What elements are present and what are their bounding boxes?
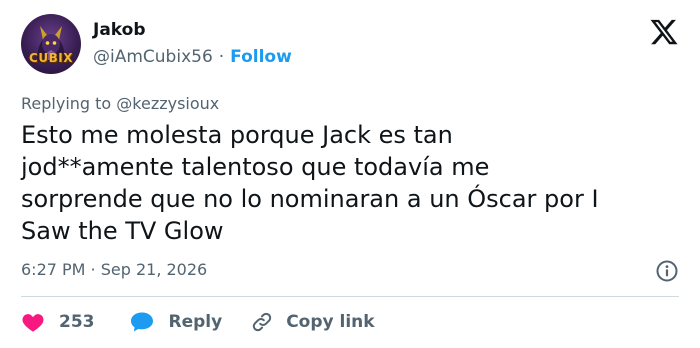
user-handle[interactable]: @iAmCubix56 xyxy=(93,47,213,67)
follow-button[interactable]: Follow xyxy=(230,47,292,67)
info-icon[interactable] xyxy=(655,259,679,283)
x-logo-icon[interactable] xyxy=(649,17,679,47)
tweet-card: CUBIX Jakob @iAmCubix56 · Follow Replying … xyxy=(0,0,700,348)
handle-row: @iAmCubix56 · Follow xyxy=(93,46,292,68)
copy-link-button[interactable]: Copy link xyxy=(250,310,375,334)
avatar-text: CUBIX xyxy=(29,51,73,65)
heart-icon xyxy=(22,314,44,332)
avatar-character-icon xyxy=(37,26,65,62)
like-count: 253 xyxy=(59,312,95,332)
timestamp[interactable]: 6:27 PM · Sep 21, 2026 xyxy=(21,259,207,281)
avatar[interactable]: CUBIX xyxy=(21,14,81,74)
reply-button[interactable]: Reply xyxy=(129,310,223,334)
copy-link-label: Copy link xyxy=(286,312,375,332)
separator-dot: · xyxy=(218,47,225,67)
tweet-text: Esto me molesta porque Jack es tan jod**… xyxy=(21,121,599,245)
speech-bubble-icon xyxy=(130,312,153,332)
replying-to[interactable]: Replying to @kezzysioux xyxy=(21,93,219,115)
like-button[interactable]: 253 xyxy=(21,310,95,334)
divider xyxy=(21,296,679,297)
reply-label: Reply xyxy=(168,312,223,332)
action-bar: 253 Reply Copy link xyxy=(21,308,375,336)
link-icon xyxy=(253,312,272,332)
display-name[interactable]: Jakob xyxy=(93,19,146,41)
